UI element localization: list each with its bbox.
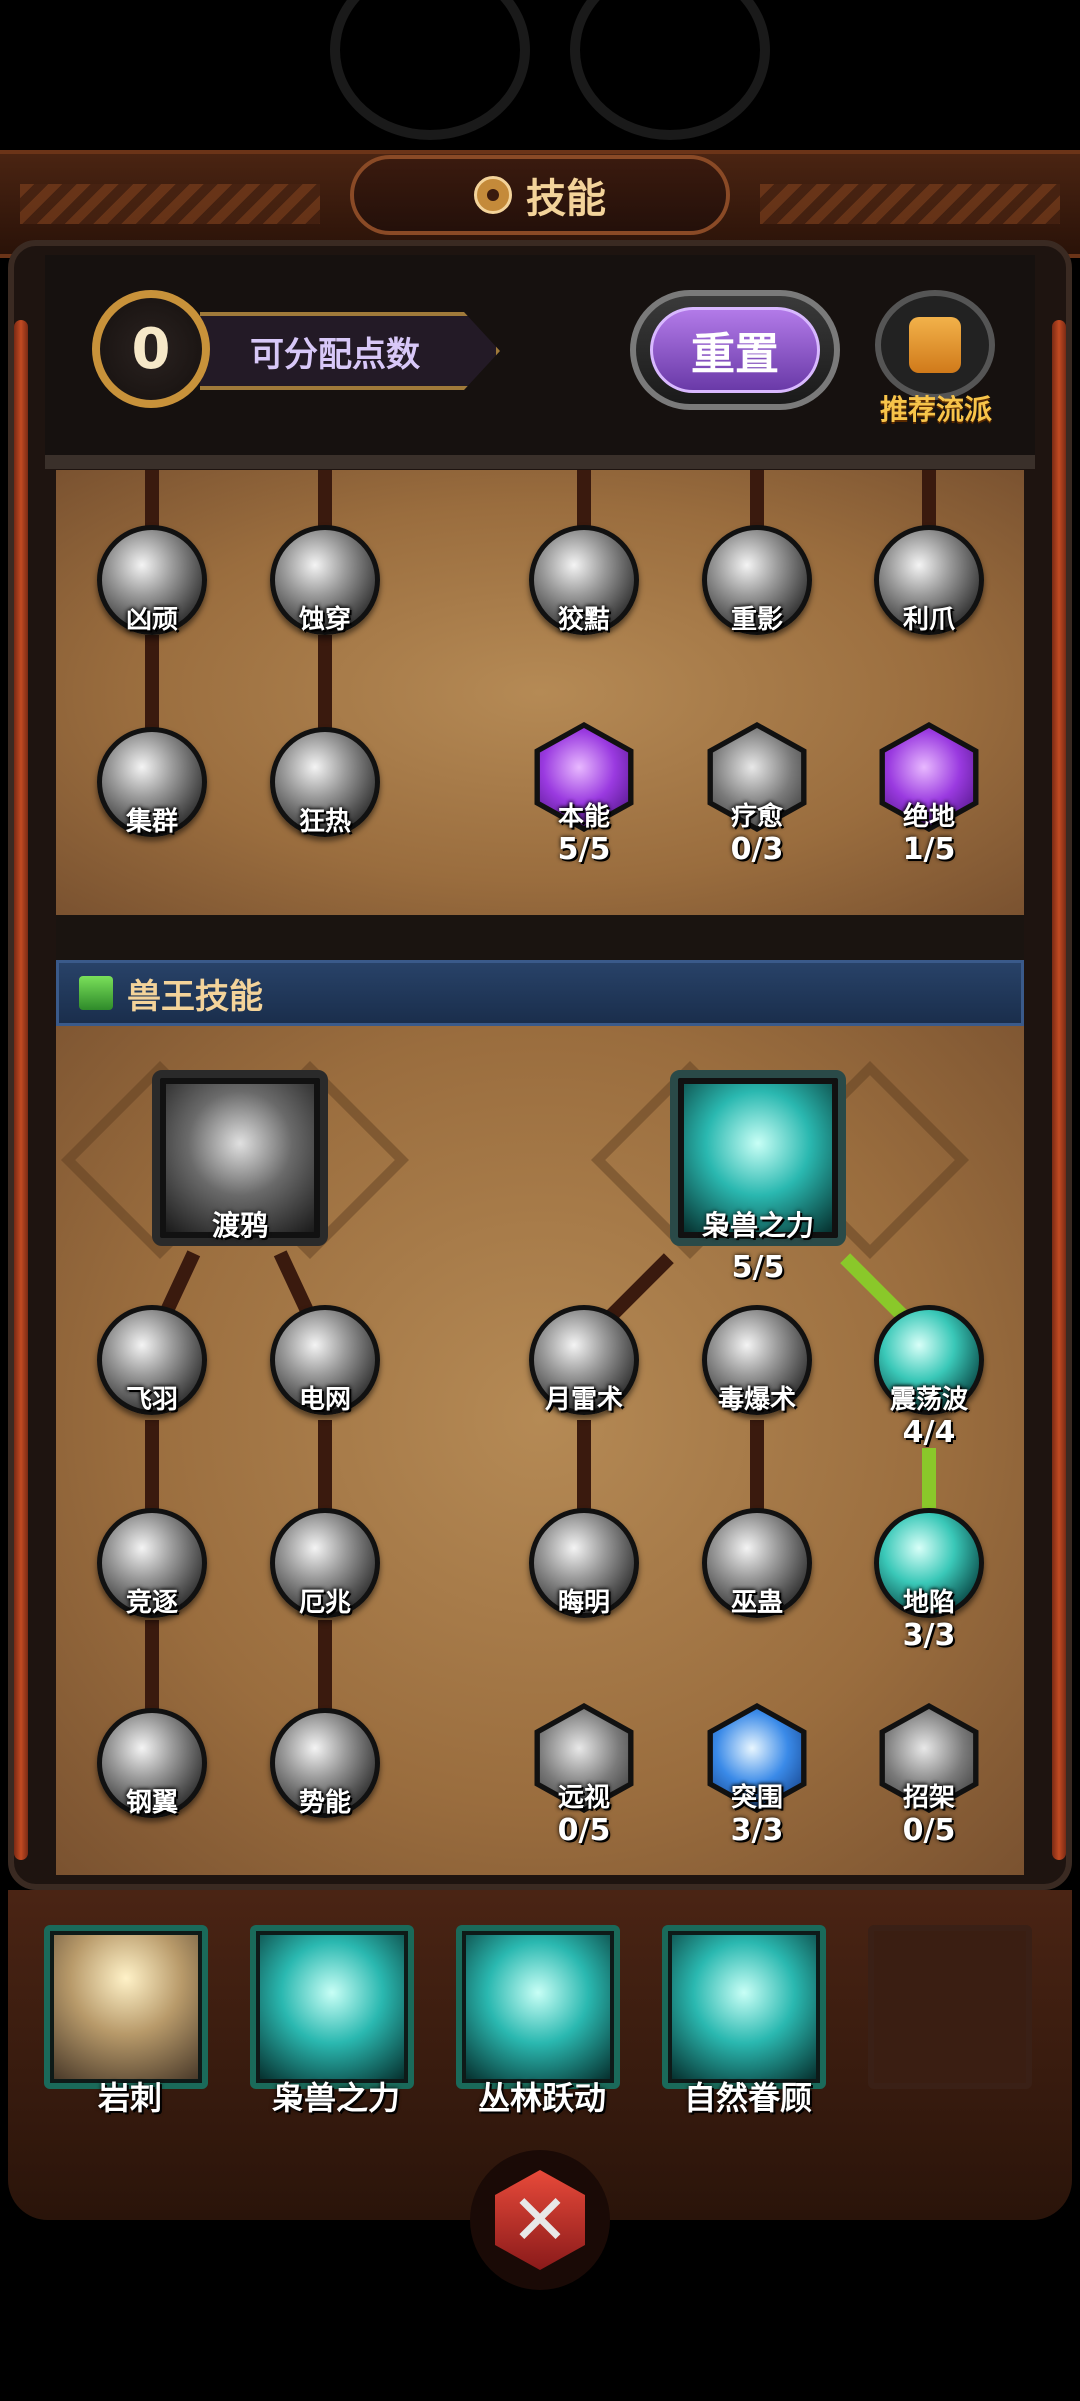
equipped-name: 岩刺 — [97, 2079, 162, 2117]
skill-name: 蚀穿 — [298, 605, 351, 635]
skill-node[interactable]: 飞羽 — [97, 1305, 207, 1415]
empty-slot-art — [878, 1935, 1022, 2079]
nature-blessing-icon — [672, 1935, 816, 2079]
skill-node[interactable]: 毒爆术 — [702, 1305, 812, 1415]
skill-name: 绝地 — [902, 802, 955, 832]
skill-node[interactable]: 势能 — [270, 1708, 380, 1818]
skill-node[interactable]: 重影 — [702, 525, 812, 635]
skill-name: 巫蛊 — [730, 1588, 783, 1618]
skill-name: 凶顽 — [125, 605, 178, 635]
equipped-name: 丛林跃动 — [477, 2079, 606, 2117]
skill-name: 飞羽 — [125, 1385, 178, 1415]
skill-name: 渡鸦 — [211, 1209, 268, 1242]
skill-node[interactable]: 狂热 — [270, 727, 380, 837]
boot-icon — [79, 976, 113, 1010]
skill-level: 3/3 — [902, 1618, 956, 1653]
points-label: 可分配点数 — [200, 312, 500, 390]
points-counter: 0 — [92, 290, 210, 408]
skill-name: 集群 — [125, 807, 178, 837]
jungle-leap-icon — [466, 1935, 610, 2079]
skill-level: 4/4 — [902, 1415, 956, 1450]
skill-name: 远视 — [557, 1783, 610, 1813]
skill-name: 枭兽之力 — [701, 1209, 814, 1242]
recommend-label: 推荐流派 — [879, 393, 992, 426]
recommend-circle — [875, 290, 995, 400]
close-button[interactable]: ✕ — [470, 2150, 610, 2290]
skill-name: 地陷 — [902, 1588, 955, 1618]
skill-name: 突围 — [730, 1783, 783, 1813]
skill-level: 5/5 — [557, 832, 611, 867]
right-rail — [1052, 320, 1066, 1860]
skill-node[interactable]: 绝地 1/5 — [874, 722, 984, 867]
skill-root-node[interactable]: 枭兽之力 5/5 — [670, 1070, 846, 1285]
section-header: 兽王技能 — [56, 960, 1024, 1026]
skill-root-node[interactable]: 渡鸦 — [152, 1070, 328, 1246]
skill-node[interactable]: 巫蛊 — [702, 1508, 812, 1618]
skill-node[interactable]: 晦明 — [529, 1508, 639, 1618]
wheel-icon — [474, 176, 512, 214]
skill-node[interactable]: 厄兆 — [270, 1508, 380, 1618]
thumbs-up-icon — [909, 317, 961, 373]
skill-name: 重影 — [730, 605, 783, 635]
skill-node[interactable]: 地陷 3/3 — [874, 1508, 984, 1653]
skill-name: 毒爆术 — [717, 1385, 796, 1415]
skill-level: 1/5 — [902, 832, 956, 867]
skill-node[interactable]: 震荡波 4/4 — [874, 1305, 984, 1450]
top-decoration — [0, 0, 1080, 160]
skill-name: 晦明 — [557, 1588, 610, 1618]
skill-name: 月雷术 — [544, 1385, 623, 1415]
skill-name: 竞逐 — [125, 1588, 178, 1618]
title-plate: 技能 — [350, 155, 730, 235]
skill-level: 5/5 — [731, 1250, 785, 1285]
panel-gap — [56, 915, 1024, 960]
skill-name: 势能 — [298, 1788, 351, 1818]
skill-node[interactable]: 本能 5/5 — [529, 722, 639, 867]
skill-node[interactable]: 突围 3/3 — [702, 1703, 812, 1848]
skill-level: 0/3 — [730, 832, 784, 867]
skill-name: 狂热 — [298, 807, 351, 837]
skill-level: 3/3 — [730, 1813, 784, 1848]
section-title: 兽王技能 — [127, 976, 263, 1017]
skill-level: 0/5 — [557, 1813, 611, 1848]
skill-node[interactable]: 月雷术 — [529, 1305, 639, 1415]
skill-node[interactable]: 集群 — [97, 727, 207, 837]
skill-name: 电网 — [298, 1385, 351, 1415]
skill-node[interactable]: 蚀穿 — [270, 525, 380, 635]
skill-name: 钢翼 — [125, 1788, 178, 1818]
skill-name: 招架 — [902, 1783, 955, 1813]
close-icon: ✕ — [495, 2170, 585, 2270]
skill-name: 狡黠 — [557, 605, 610, 635]
skill-level: 0/5 — [902, 1813, 956, 1848]
skill-name: 厄兆 — [298, 1588, 351, 1618]
skill-node[interactable]: 远视 0/5 — [529, 1703, 639, 1848]
skill-node[interactable]: 疗愈 0/3 — [702, 722, 812, 867]
left-rail — [14, 320, 28, 1860]
skill-name: 疗愈 — [730, 802, 783, 832]
recommend-button[interactable]: 推荐流派 — [870, 290, 1000, 426]
equipped-name: 自然眷顾 — [683, 2079, 812, 2117]
equipped-slot[interactable]: 自然眷顾 — [662, 1925, 826, 2117]
rock-spike-icon — [54, 1935, 198, 2079]
skill-node[interactable]: 招架 0/5 — [874, 1703, 984, 1848]
skill-node[interactable]: 凶顽 — [97, 525, 207, 635]
equipped-slot[interactable]: 丛林跃动 — [456, 1925, 620, 2117]
skill-node[interactable]: 狡黠 — [529, 525, 639, 635]
skill-name: 本能 — [557, 802, 610, 832]
owlbeast-icon — [260, 1935, 404, 2079]
skill-node[interactable]: 竞逐 — [97, 1508, 207, 1618]
skill-name: 震荡波 — [889, 1385, 968, 1415]
skill-node[interactable]: 利爪 — [874, 525, 984, 635]
equipped-name: 枭兽之力 — [271, 2079, 400, 2117]
empty-slot[interactable] — [868, 1925, 1032, 2089]
reset-button-label: 重置 — [650, 307, 820, 393]
equipped-slot[interactable]: 岩刺 — [44, 1925, 208, 2117]
reset-button[interactable]: 重置 — [630, 290, 840, 410]
skill-name: 利爪 — [902, 605, 955, 635]
page-title: 技能 — [526, 176, 606, 222]
skill-node[interactable]: 钢翼 — [97, 1708, 207, 1818]
equipped-slot[interactable]: 枭兽之力 — [250, 1925, 414, 2117]
divider — [45, 455, 1035, 469]
skill-node[interactable]: 电网 — [270, 1305, 380, 1415]
